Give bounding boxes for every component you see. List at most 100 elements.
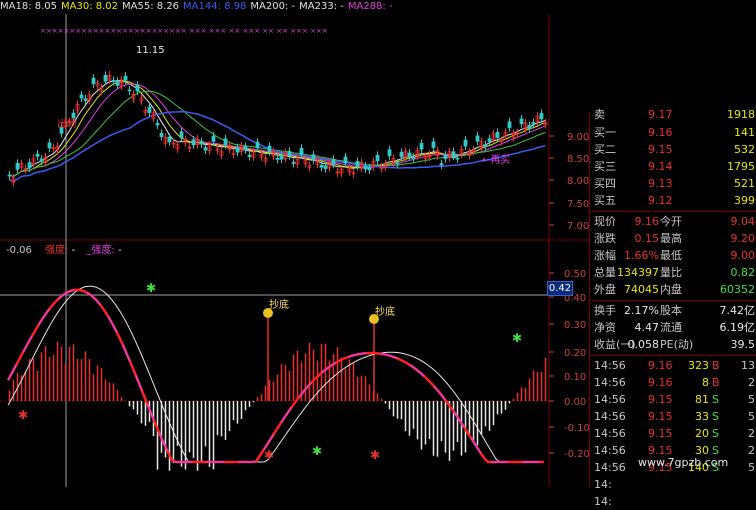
candle [47,142,52,149]
bid-label: 买五 [594,194,616,207]
candle [291,162,296,164]
price-tick-label: 9.00 [567,132,589,143]
strength-line-white [7,285,544,463]
candle [355,161,360,167]
candle [103,75,108,82]
ma-item-6: MA288: - [347,1,393,12]
bottom-smiley-icon-1 [263,308,273,318]
candle [247,154,252,157]
tick-time: 14:56 [594,393,626,406]
tick-row-4: 14:56 9.15 20 S 2 [590,425,756,442]
osc-tick-label: 0.10 [564,372,586,383]
exit-label: 出场 [57,117,77,130]
candle [463,139,468,147]
stat-label: 最低 [660,249,682,262]
candle [255,141,260,149]
bid-row-5: 买五 9.12 399 [590,192,756,209]
price-tick-label: 7.50 [567,199,589,210]
tick-price: 9.15 [648,410,673,423]
osc-tick-label: -0.20 [564,449,590,460]
stat-value: 134397 [617,266,659,279]
stat-value: 9.20 [730,232,756,245]
candle [155,122,160,126]
bid-price: 9.13 [648,177,673,190]
price-tick-label: 8.50 [567,154,589,165]
signal-star-icon: ✱ [18,408,28,422]
quote-panel: 卖 9.17 1918 买一 9.16 141 买二 9.15 532 买三 9.14 1795 买四 9… [589,108,756,508]
tick-count: 2 [748,376,755,389]
osc-tick-label: 0.00 [564,397,586,408]
bid-price: 9.15 [648,143,673,156]
candle [375,154,380,162]
tick-time: 14:56 [594,461,626,474]
osc-tick-label: 0.30 [564,320,586,331]
candle [399,151,404,157]
stat-value: 0.82 [730,266,756,279]
tick-count: 5 [748,410,755,423]
bid-vol: 532 [734,143,755,156]
stat-label: 今开 [660,215,682,228]
candle [211,135,216,142]
candle [411,157,416,159]
tick-row-3: 14:56 9.15 33 S 5 [590,408,756,425]
candle [539,112,544,120]
ma-item-0: MA18: 8.05 [0,1,58,12]
stat-value: 1.66% [624,249,659,262]
strength2-label: _强度: [86,245,115,256]
stat-row-0: 现价 9.16 今开 9.04 [590,213,756,230]
tick-price: 9.16 [648,359,673,372]
tick-dir: S [712,393,719,406]
tick-price: 9.15 [648,427,673,440]
candle [167,136,172,143]
stat-row-1: 涨跌 0.15 最高 9.20 [590,230,756,247]
candle [123,75,128,81]
tick-row-1: 14:56 9.16 8 B 2 [590,374,756,391]
bid-row-3: 买三 9.14 1795 [590,158,756,175]
tick-vol: 81 [695,393,709,406]
tick-vol: 323 [688,359,709,372]
candle [267,145,272,153]
strength2-dash: - [117,245,122,256]
tick-count: 13 [741,359,755,372]
stat-label: 外盘 [594,283,616,296]
tick-dir: B [712,359,720,372]
stat-value: 9.00 [730,249,756,262]
strength-line-red [6,288,544,464]
ask-vol: 1918 [727,108,755,121]
candle [179,131,184,139]
candle [387,149,392,157]
candle [319,164,324,168]
fund-label: PE(动) [660,338,694,351]
candle [91,77,96,85]
fund-value: 7.42亿 [719,304,756,317]
candle [191,139,196,146]
candle [223,138,228,146]
tick-price: 9.16 [648,376,673,389]
candle [7,174,12,177]
stat-label: 量比 [660,266,682,279]
ma-item-4: MA200: - [250,1,296,12]
candle [495,132,500,138]
indicator-header: -0.06 强度: - _强度: - [6,245,122,257]
fund-label: 换手 [594,304,616,317]
bid-label: 买二 [594,143,616,156]
candle [419,142,424,150]
candle [367,167,372,171]
tick-row-2: 14:56 9.15 81 S 5 [590,391,756,408]
bottom-smiley-icon-2 [369,314,379,324]
candle [507,121,512,129]
fund-value: 4.47 [634,321,660,334]
signal-strip: ××××××××××××××××××××××××× ××× ××× ×× ×××… [40,27,328,35]
candle [483,144,488,148]
bid-price: 9.12 [648,194,673,207]
strength-line-magenta [7,289,544,463]
watermark: www.7gpzb.com [638,456,729,469]
stat-value: 74045 [624,283,659,296]
fund-row-0: 换手 2.17% 股本 7.42亿 [590,302,756,319]
tick-time: 14:56 [594,427,626,440]
stat-row-4: 外盘 74045 内盘 60352 [590,281,756,298]
strength-lines [6,285,544,464]
tick-count: 2 [748,444,755,457]
tick-vol: 33 [695,410,709,423]
current-value-badge: 0.42 [547,281,573,296]
